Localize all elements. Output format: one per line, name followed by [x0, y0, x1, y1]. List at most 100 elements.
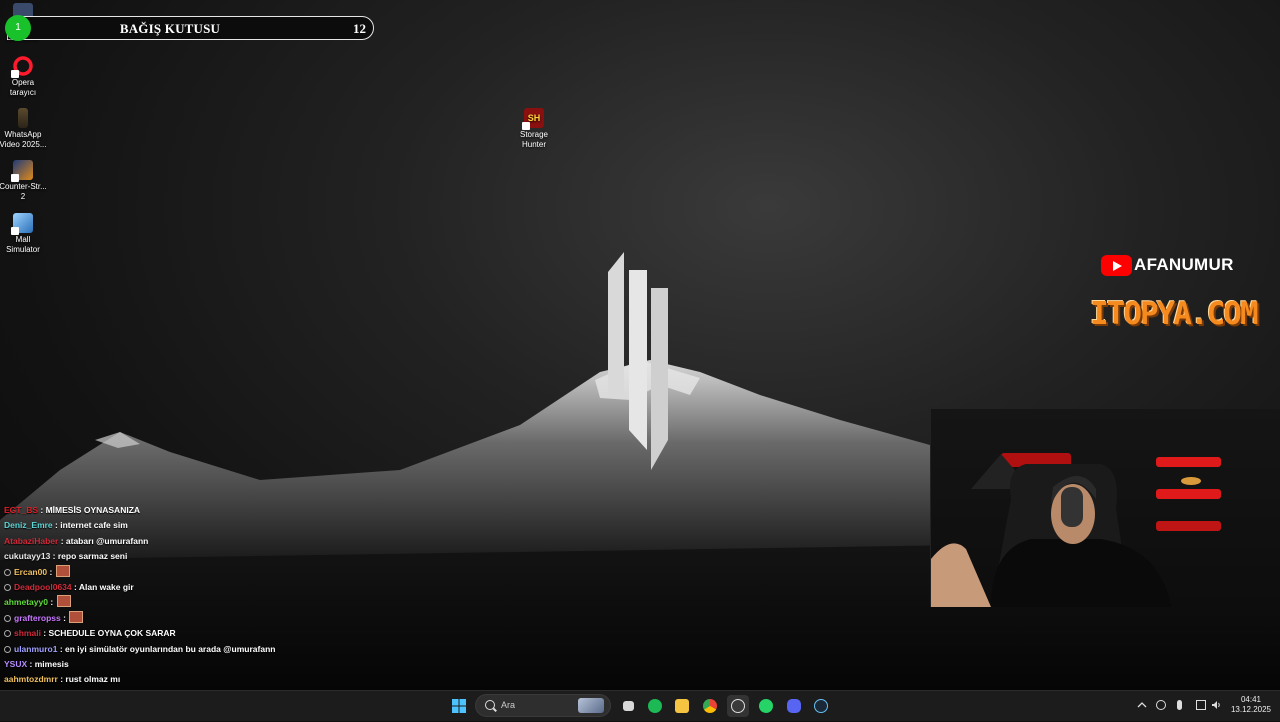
start-icon: [452, 699, 466, 713]
chat-separator: :: [38, 505, 46, 515]
chat-message: cukutayy13 : repo sarmaz seni: [4, 549, 127, 564]
chat-badge-icon: [4, 568, 11, 576]
sync-icon[interactable]: [1156, 700, 1166, 710]
chat-message: AtabaziHaber : atabarı @umurafann: [4, 534, 148, 549]
youtube-channel-name: AFANUMUR: [1134, 255, 1234, 274]
desktop-icon-label: Opera tarayıcı: [9, 78, 37, 97]
chat-text: mimesis: [34, 659, 69, 669]
youtube-icon: [1101, 254, 1132, 276]
counter-strike-icon: [11, 160, 33, 182]
chat-username[interactable]: Ercan00: [14, 567, 47, 577]
chat-emote-icon: [69, 610, 84, 623]
taskbar: Ara 04:41 13.12.2025: [0, 690, 1280, 721]
chat-text: internet cafe sim: [60, 520, 128, 531]
opera-icon: [11, 56, 33, 78]
chat-text: MİMESİS OYNASANIZA: [45, 505, 141, 515]
chat-badge-icon: [4, 614, 11, 622]
microphone-icon[interactable]: [1177, 700, 1182, 710]
chat-text: rust olmaz mı: [65, 674, 121, 685]
desktop-icon-label: Storage Hunter: [519, 130, 549, 149]
search-icon: [485, 700, 495, 710]
chat-username[interactable]: Deadpool0634: [14, 582, 72, 592]
desktop-icon-label: Mall Simulator: [6, 235, 40, 254]
discord-icon: [787, 699, 801, 713]
chat-username[interactable]: ahmetayy0: [4, 597, 48, 607]
chat-emote-icon: [56, 595, 71, 608]
desktop-icon-label: Counter-Str... 2: [0, 182, 47, 201]
chat-message: Deadpool0634 : Alan wake gir: [4, 580, 134, 595]
chat-username[interactable]: YSUX: [4, 659, 27, 669]
system-clock[interactable]: 04:41 13.12.2025: [1228, 695, 1274, 715]
chat-message: ulanmuro1 : en iyi simülatör oyunlarında…: [4, 642, 275, 657]
chat-emote-icon: [55, 564, 70, 577]
chat-message: Deniz_Emre : internet cafe sim: [4, 518, 128, 533]
chat-username[interactable]: ulanmuro1: [14, 644, 57, 654]
start-button[interactable]: [448, 695, 470, 717]
live-chat: EGT_BS : MİMESİS OYNASANIZA Deniz_Emre : …: [0, 503, 320, 721]
desktop-icon-label: WhatsApp Video 2025...: [0, 130, 47, 149]
chat-username[interactable]: cukutayy13: [4, 551, 50, 561]
chat-separator: :: [40, 628, 49, 639]
chat-badge-icon: [4, 630, 11, 638]
desktop-icon-mall-simulator[interactable]: Mall Simulator: [0, 213, 47, 255]
chat-message: aahmtozdmrr : rust olmaz mı: [4, 672, 120, 687]
desktop-icon-storage-hunter[interactable]: SH Storage Hunter: [510, 108, 558, 150]
search-box[interactable]: Ara: [475, 694, 611, 717]
volume-icon[interactable]: [1211, 700, 1221, 710]
whatsapp-icon: [759, 699, 773, 713]
desktop-icon-video[interactable]: WhatsApp Video 2025...: [0, 108, 47, 150]
sponsor-logo: ITOPYA.COM: [1090, 296, 1259, 332]
desktop-icon-counter-strike[interactable]: Counter-Str... 2: [0, 160, 47, 202]
chat-username[interactable]: shmali: [14, 628, 41, 638]
steam-button[interactable]: [810, 695, 832, 717]
donation-count: 12: [353, 21, 366, 36]
chat-separator: :: [47, 597, 56, 608]
chat-badge-icon: [4, 584, 11, 591]
clock-time: 04:41: [1240, 695, 1262, 704]
obs-icon: [731, 699, 745, 713]
chat-separator: :: [47, 566, 55, 577]
mall-simulator-icon: [11, 213, 33, 235]
file-explorer-icon: [675, 699, 689, 713]
chat-separator: :: [58, 535, 66, 546]
spotify-button[interactable]: [644, 695, 666, 717]
chat-text: SCHEDULE OYNA ÇOK SARAR: [48, 628, 176, 639]
file-explorer-button[interactable]: [671, 695, 693, 717]
search-highlight-icon: [578, 698, 604, 713]
chat-message: grafteropss :: [4, 610, 84, 626]
task-view-button[interactable]: [617, 695, 639, 717]
chat-message: EGT_BS : MİMESİS OYNASANIZA: [4, 503, 140, 518]
obs-button[interactable]: [727, 695, 749, 717]
steam-icon: [814, 699, 828, 713]
chat-username[interactable]: EGT_BS: [4, 505, 38, 515]
chat-message: YSUX : mimesis: [4, 657, 69, 672]
storage-hunter-icon: SH: [522, 108, 544, 130]
chat-text: Alan wake gir: [78, 582, 134, 592]
chevron-up-icon[interactable]: [1137, 700, 1147, 710]
network-icon[interactable]: [1196, 700, 1206, 710]
donation-title: BAĞIŞ KUTUSU: [119, 21, 221, 36]
webcam-feed: [930, 409, 1280, 607]
chat-text: repo sarmaz seni: [57, 551, 128, 562]
clock-date: 13.12.2025: [1230, 705, 1272, 714]
chrome-icon: [703, 699, 717, 713]
chat-username[interactable]: Deniz_Emre: [4, 520, 53, 530]
chrome-button[interactable]: [699, 695, 721, 717]
donation-box: 1 BAĞIŞ KUTUSU 12: [5, 15, 374, 41]
chat-separator: :: [71, 582, 79, 592]
video-file-icon: [18, 108, 28, 128]
chat-username[interactable]: AtabaziHaber: [4, 536, 58, 546]
discord-button[interactable]: [783, 695, 805, 717]
youtube-channel-banner: AFANUMUR: [1101, 254, 1234, 276]
chat-separator: :: [60, 612, 69, 623]
chat-message: shmali : SCHEDULE OYNA ÇOK SARAR: [4, 626, 176, 641]
chat-message: ahmetayy0 :: [4, 595, 71, 610]
chat-username[interactable]: aahmtozdmrr: [4, 674, 58, 684]
chat-username[interactable]: grafteropss: [14, 613, 61, 623]
chat-separator: :: [27, 659, 35, 669]
chat-text: atabarı @umurafann: [65, 535, 149, 546]
desktop-icon-opera[interactable]: Opera tarayıcı: [0, 56, 47, 98]
spotify-icon: [648, 699, 662, 713]
whatsapp-button[interactable]: [755, 695, 777, 717]
chat-text: en iyi simülatör oyunlarından bu arada @…: [65, 643, 276, 654]
